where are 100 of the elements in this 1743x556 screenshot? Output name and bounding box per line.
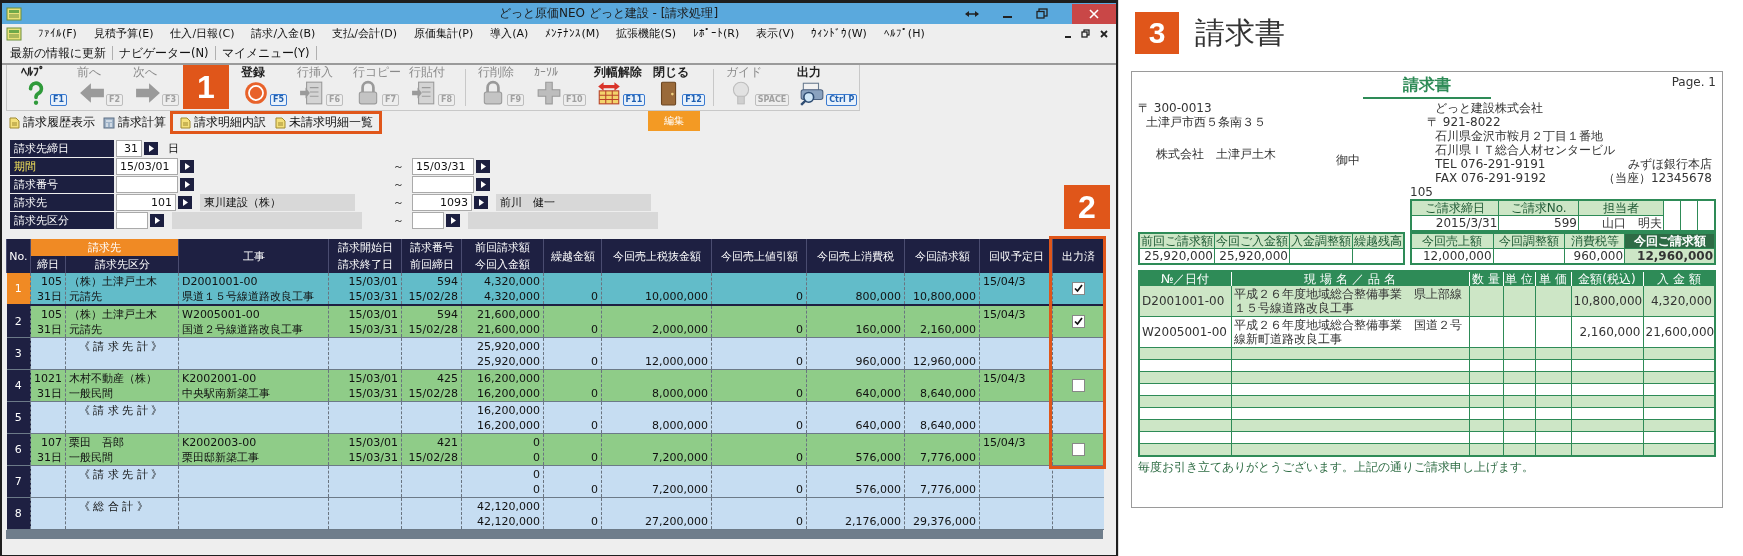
document-icon (299, 80, 325, 106)
page-heading: 請求書 (1195, 13, 1285, 52)
action-button[interactable]: 請求履歴表示 (4, 115, 99, 130)
menu-item[interactable]: 表示(V) (748, 26, 804, 41)
table-row[interactable]: 2 105 31日 （株）土津戸土木 元請先 W2005001-00 国道２号線道路改良工事 15/03/01 15/03/31 594 15/02/28 21,600,000 21,600,000 0 2,000,000 0 160,000 2,160,000 15/04/3 (6, 305, 1104, 338)
cell-text: 800,000 (855, 289, 901, 303)
range-mark: ～ (391, 213, 405, 229)
input-field[interactable]: 1093 (412, 194, 472, 211)
lookup-button[interactable] (476, 178, 490, 191)
cell-text: 12,000,000 (645, 354, 708, 368)
lookup-button[interactable] (144, 142, 158, 155)
lookup-button[interactable] (180, 160, 194, 173)
menu-item[interactable]: 請求/入金(B) (243, 26, 325, 41)
toolbar-button[interactable]: 登録 F5 (235, 65, 291, 110)
table-row[interactable]: 5 《 請 求 先 計 》 16,200,000 16,200,000 0 8,000,000 0 640,000 8,640,000 (6, 401, 1104, 434)
action-button[interactable]: 請求計算 (99, 115, 170, 130)
document-title: 請求書 (1363, 75, 1491, 99)
arrow-icon (449, 217, 457, 224)
menu-item[interactable]: ﾚﾎﾟｰﾄ(R) (685, 27, 749, 40)
column-header: 工事 (178, 239, 329, 273)
column-header: 出力済 (1052, 239, 1104, 273)
cell-text: 2,160,000 (920, 322, 976, 336)
input-field[interactable]: 31 (116, 140, 142, 157)
row-number: 7 (14, 475, 22, 488)
checkbox[interactable] (1071, 379, 1085, 393)
menu-item[interactable]: 導入(A) (482, 26, 538, 41)
input-field[interactable]: 15/03/01 (116, 158, 178, 175)
column-header: 入 金 額 (1643, 271, 1715, 286)
column-header: 今回ご入金額 (1214, 233, 1290, 249)
range-mark: ～ (391, 159, 405, 175)
input-field[interactable]: 101 (116, 194, 176, 211)
menu-item[interactable]: ﾒﾝﾃﾅﾝｽ(M) (537, 27, 609, 40)
arrow-icon (479, 181, 487, 188)
menu-item[interactable]: ﾍﾙﾌﾟ(H) (875, 27, 934, 40)
toolbar-link[interactable]: マイメニュー(Y) (215, 45, 316, 61)
action-button[interactable]: 請求明細内訳 (175, 115, 270, 130)
cell-text: 8,000,000 (652, 418, 708, 432)
cell-text: 0 (796, 482, 803, 496)
cell-text: 0 (591, 289, 598, 303)
cell-text: 0 (591, 354, 598, 368)
toolbar-button[interactable]: 出力 Ctrl P (791, 65, 860, 110)
toolbar-button[interactable]: 列幅解除 F11 (587, 65, 648, 110)
cell-text: 県道１５号線道路改良工事 (182, 289, 314, 303)
cell-text: 0 (591, 450, 598, 464)
toolbar-link[interactable]: 最新の情報に更新 (4, 45, 112, 61)
field-label: 期間 (10, 158, 114, 175)
cell-text: 425 (437, 371, 458, 385)
table-row[interactable]: 7 《 請 求 先 計 》 0 0 0 7,200,000 0 576,000 7,776,000 (6, 465, 1104, 498)
lookup-button[interactable] (474, 196, 488, 209)
lookup-button[interactable] (476, 160, 490, 173)
toolbar-button[interactable]: 閉じる F12 (647, 65, 707, 110)
lookup-button[interactable] (446, 214, 460, 227)
menu-item[interactable]: 見積予算(E) (85, 26, 163, 41)
cell-text: 2,000,000 (652, 322, 708, 336)
input-field[interactable]: 15/03/31 (412, 158, 474, 175)
table-row[interactable]: 1 105 31日 （株）土津戸土木 元請先 D2001001-00 県道１５号線道路改良工事 15/03/01 15/03/31 594 15/02/28 4,320,000 4,320,000 0 10,000,000 0 800,000 10,800,000 15/04/3 (6, 273, 1104, 305)
checkbox[interactable] (1071, 443, 1085, 457)
page-icon (8, 116, 20, 129)
account-number: （当座）12345678 (1602, 171, 1712, 185)
shortcut-badge: F6 (326, 94, 344, 106)
customer-code: 105 (1410, 185, 1434, 199)
lookup-button[interactable] (178, 196, 192, 209)
check-icon (1073, 317, 1083, 327)
cell-text: 640,000 (855, 418, 901, 432)
scrollbar[interactable] (6, 530, 1103, 539)
checkbox[interactable] (1071, 282, 1085, 296)
close-button[interactable] (1072, 3, 1116, 24)
cell-text: （株）土津戸土木 (69, 307, 157, 321)
column-header: 繰越金額 (543, 239, 602, 273)
menu-item[interactable]: 原価集計(P) (406, 26, 483, 41)
toolbar-button[interactable]: ﾍﾙﾌﾟ F1 (15, 65, 71, 110)
cell-text: 8,640,000 (920, 386, 976, 400)
table-row[interactable]: 4 1021 31日 木村不動産（株） 一般民間 K2002001-00 中央駅南新築工事 15/03/01 15/03/31 425 15/02/28 16,200,000 16,200,000 0 8,000,000 0 640,000 8,640,000 15/04/3 (6, 369, 1104, 402)
action-button[interactable]: 未請求明細一覧 (270, 115, 377, 130)
menu-item[interactable]: 拡張機能(S) (608, 26, 686, 41)
footer-note: 毎度お引き立てありがとうございます。上記の通りご請求申し上げます。 (1138, 460, 1535, 474)
table-row[interactable]: 8 《 総 合 計 》 42,120,000 42,120,000 0 27,200,000 0 2,176,000 29,376,000 (6, 497, 1104, 530)
window-title: どっと原価NEO どっと建設 - [請求処理] (497, 5, 720, 22)
cell-text: 10,000,000 (645, 289, 708, 303)
lookup-button[interactable] (150, 214, 164, 227)
cell-text: 640,000 (855, 386, 901, 400)
address-text: 石川県金沢市鞍月２丁目１番地 (1434, 129, 1604, 143)
cell-text: D2001001-00 (182, 274, 258, 288)
cell-text: 4,320,000 (484, 274, 540, 288)
toolbar-link[interactable]: ナビゲーター(N) (113, 45, 215, 61)
menu-item[interactable]: ﾌｧｲﾙ(F) (30, 27, 86, 40)
menu-item[interactable]: ｳｨﾝﾄﾞｳ(W) (803, 27, 876, 40)
shortcut-badge: F3 (162, 94, 180, 106)
table-row[interactable]: 6 107 31日 栗田 吾郎 一般民間 K2002003-00 栗田邸新築工事 15/03/01 15/03/31 421 15/02/28 0 0 0 7,200,000 0 576,000 7,776,000 15/04/3 (6, 433, 1104, 466)
input-field[interactable] (116, 176, 178, 193)
input-field[interactable] (412, 176, 474, 193)
page-icon (274, 116, 286, 129)
column-header: 前回締日 (401, 256, 462, 273)
table-row[interactable]: 3 《 請 求 先 計 》 25,920,000 25,920,000 0 12,000,000 0 960,000 12,960,000 (6, 337, 1104, 370)
input-field[interactable] (412, 212, 444, 229)
lookup-button[interactable] (180, 178, 194, 191)
input-field[interactable] (116, 212, 148, 229)
checkbox[interactable] (1071, 315, 1085, 329)
menu-item[interactable]: 支払/会計(D) (324, 26, 407, 41)
menu-item[interactable]: 仕入/日報(C) (162, 26, 244, 41)
